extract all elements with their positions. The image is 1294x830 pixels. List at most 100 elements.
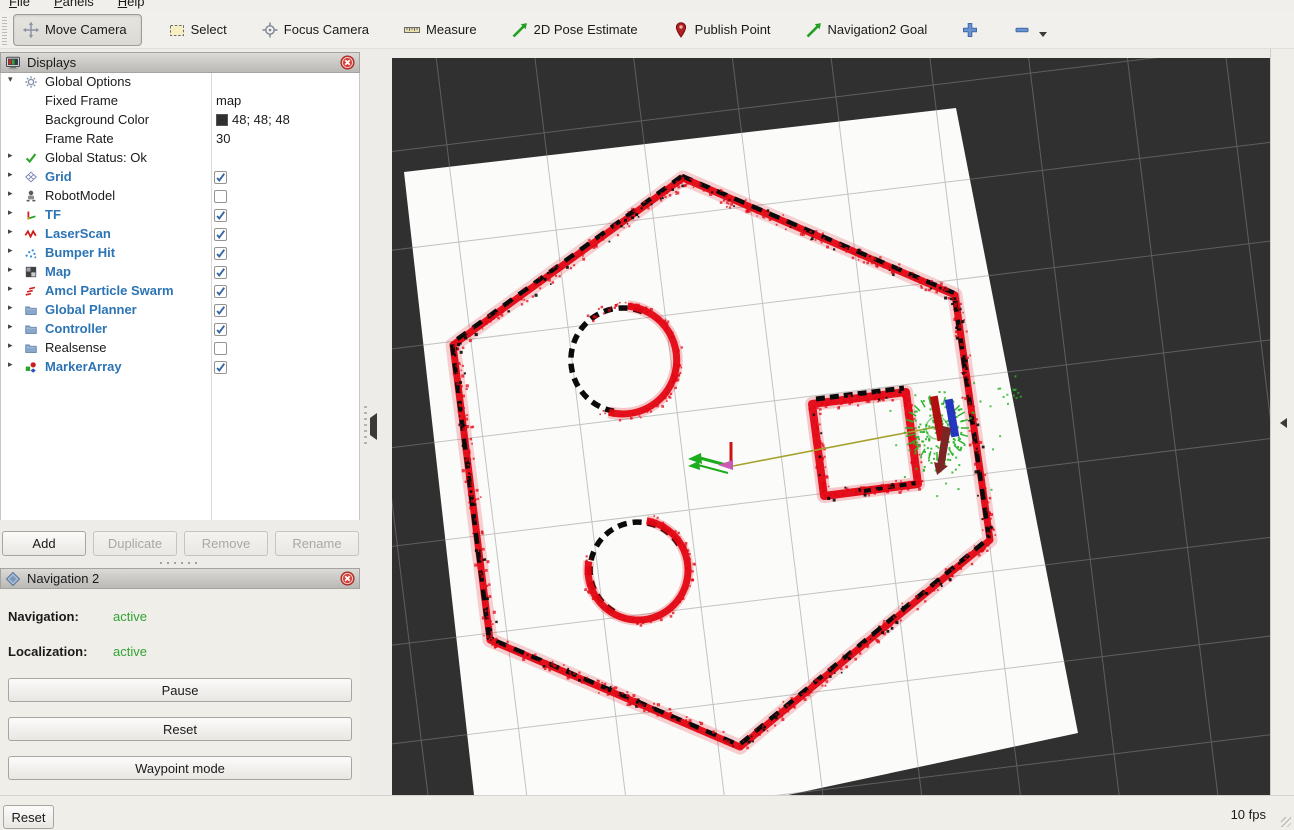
tree-row-markerarray[interactable]: ▸MarkerArray — [1, 358, 359, 377]
tool-navigation2-goal[interactable]: Navigation2 Goal — [797, 16, 936, 44]
enabled-checkbox[interactable] — [214, 361, 227, 374]
robot-icon — [24, 189, 38, 203]
left-splitter-collapse[interactable] — [370, 418, 377, 436]
tree-row-controller[interactable]: ▸Controller — [1, 320, 359, 339]
expander-closed-icon[interactable]: ▸ — [8, 359, 13, 370]
pause-button[interactable]: Pause — [8, 678, 352, 702]
duplicate-button[interactable]: Duplicate — [93, 531, 177, 556]
tool-focus-camera[interactable]: Focus Camera — [253, 16, 377, 44]
menu-file[interactable]: File — [9, 0, 30, 9]
tree-row-grid[interactable]: ▸Grid — [1, 168, 359, 187]
left-splitter-handle[interactable] — [364, 402, 367, 444]
tree-label: Background Color — [45, 112, 149, 127]
tree-row-global-planner[interactable]: ▸Global Planner — [1, 301, 359, 320]
plus-icon — [961, 21, 979, 39]
enabled-checkbox[interactable] — [214, 228, 227, 241]
nav2-close-button[interactable] — [340, 571, 355, 586]
tree-label: Bumper Hit — [45, 245, 115, 260]
rviz-window: File Panels Help Move Camera Select Focus Ca… — [0, 0, 1294, 830]
tree-row-background-color[interactable]: Background Color 48; 48; 48 — [1, 111, 359, 130]
tree-row-bumper-hit[interactable]: ▸ Bumper Hit — [1, 244, 359, 263]
tool-publish-point[interactable]: Publish Point — [664, 16, 779, 44]
tf-icon — [24, 208, 38, 222]
tree-row-laserscan[interactable]: ▸ LaserScan — [1, 225, 359, 244]
status-label: Localization: — [8, 644, 87, 659]
expander-closed-icon[interactable]: ▸ — [8, 264, 13, 275]
nav2-panel-header: Navigation 2 — [0, 568, 360, 589]
enabled-checkbox[interactable] — [214, 266, 227, 279]
toolbar-tools: Move Camera Select Focus Camera Measure 2D P… — [7, 11, 1055, 48]
remove-button[interactable]: Remove — [184, 531, 268, 556]
tool-select[interactable]: Select — [160, 16, 235, 44]
enabled-checkbox[interactable] — [214, 209, 227, 222]
folder-icon — [24, 303, 38, 317]
expander-closed-icon[interactable]: ▸ — [8, 188, 13, 199]
tree-row-fixed-frame[interactable]: Fixed Frame map — [1, 92, 359, 111]
expander-closed-icon[interactable]: ▸ — [8, 340, 13, 351]
tree-row-global-options[interactable]: ▾Global Options — [1, 73, 359, 92]
menu-help[interactable]: Help — [118, 0, 145, 9]
enabled-checkbox[interactable] — [214, 171, 227, 184]
expander-closed-icon[interactable]: ▸ — [8, 226, 13, 237]
expander-closed-icon[interactable]: ▸ — [8, 283, 13, 294]
expander-closed-icon[interactable]: ▸ — [8, 302, 13, 313]
enabled-checkbox[interactable] — [214, 285, 227, 298]
expander-closed-icon[interactable]: ▸ — [8, 150, 13, 161]
3d-viewport[interactable] — [392, 58, 1270, 795]
tree-row-frame-rate[interactable]: Frame Rate30 — [1, 130, 359, 149]
map-icon — [24, 265, 38, 279]
bumper-icon — [24, 246, 38, 260]
folder-icon — [24, 322, 38, 336]
nav2-panel-icon — [5, 571, 21, 587]
tree-label: Fixed Frame — [45, 93, 118, 108]
markers-icon — [24, 360, 38, 374]
menu-bar: File Panels Help — [0, 0, 1294, 11]
expander-closed-icon[interactable]: ▸ — [8, 207, 13, 218]
tree-row-realsense[interactable]: ▸Realsense — [1, 339, 359, 358]
tree-value[interactable]: map — [216, 93, 241, 108]
tree-row-map[interactable]: ▸ Map — [1, 263, 359, 282]
reset-button[interactable]: Reset — [3, 805, 54, 829]
menu-panels[interactable]: Panels — [54, 0, 94, 9]
tool-label: Focus Camera — [284, 22, 369, 37]
tree-value[interactable]: 30 — [216, 131, 230, 146]
expander-closed-icon[interactable]: ▸ — [8, 245, 13, 256]
enabled-checkbox[interactable] — [214, 190, 227, 203]
tree-row-amcl-particle-swarm[interactable]: ▸Amcl Particle Swarm — [1, 282, 359, 301]
color-swatch — [216, 114, 228, 126]
amcl-icon — [24, 284, 38, 298]
status-row-localization: Localization:active — [8, 644, 87, 659]
resize-grip[interactable] — [1281, 817, 1291, 827]
tool-2d-pose-estimate[interactable]: 2D Pose Estimate — [503, 16, 646, 44]
render-scene[interactable] — [392, 58, 1270, 795]
panel-splitter-handle[interactable] — [150, 560, 210, 565]
fps-counter: 10 fps — [1231, 807, 1266, 822]
value-text: 48; 48; 48 — [232, 112, 290, 127]
rename-button[interactable]: Rename — [275, 531, 359, 556]
tree-row-tf[interactable]: ▸TF — [1, 206, 359, 225]
status-value: active — [113, 644, 147, 659]
right-splitter[interactable] — [1270, 49, 1294, 795]
tool-minus[interactable] — [1005, 16, 1055, 44]
reset-button[interactable]: Reset — [8, 717, 352, 741]
waypoint-mode-button[interactable]: Waypoint mode — [8, 756, 352, 780]
tool-plus[interactable] — [953, 16, 987, 44]
displays-buttons-row: Add Duplicate Remove Rename — [0, 531, 360, 557]
tool-measure[interactable]: Measure — [395, 16, 485, 44]
enabled-checkbox[interactable] — [214, 304, 227, 317]
add-button[interactable]: Add — [2, 531, 86, 556]
enabled-checkbox[interactable] — [214, 342, 227, 355]
tree-row-robotmodel[interactable]: ▸RobotModel — [1, 187, 359, 206]
tree-value[interactable]: 48; 48; 48 — [216, 112, 290, 127]
expander-closed-icon[interactable]: ▸ — [8, 321, 13, 332]
collapse-right-icon[interactable] — [1280, 418, 1287, 428]
enabled-checkbox[interactable] — [214, 323, 227, 336]
tree-row-global-status-ok[interactable]: ▸Global Status: Ok — [1, 149, 359, 168]
tool-move-camera[interactable]: Move Camera — [13, 14, 142, 46]
tree-label: LaserScan — [45, 226, 111, 241]
displays-close-button[interactable] — [340, 55, 355, 70]
expander-open-icon[interactable]: ▾ — [8, 74, 13, 85]
enabled-checkbox[interactable] — [214, 247, 227, 260]
tree-label: Map — [45, 264, 71, 279]
expander-closed-icon[interactable]: ▸ — [8, 169, 13, 180]
